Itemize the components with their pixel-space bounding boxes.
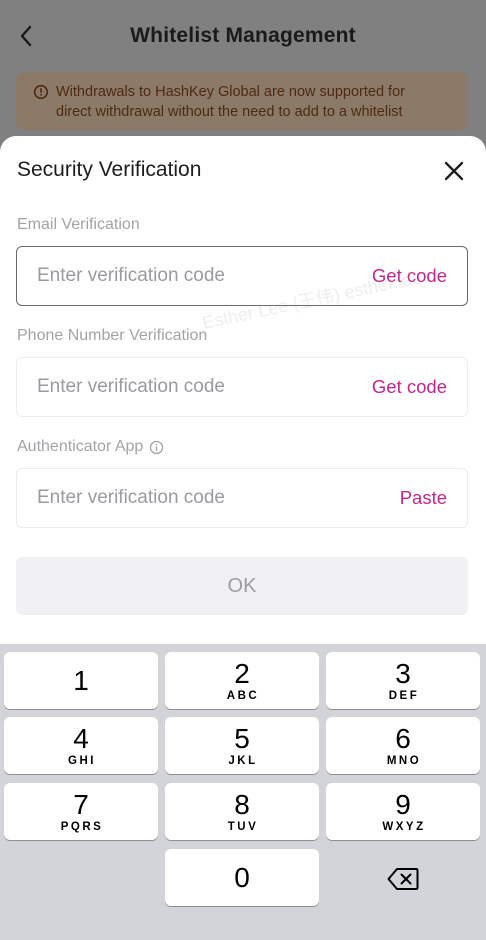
ok-button[interactable]: OK xyxy=(16,557,468,615)
authenticator-app-label: Authenticator App xyxy=(17,438,164,456)
key-4-number: 4 xyxy=(73,722,89,754)
back-button[interactable] xyxy=(14,22,38,50)
key-1[interactable]: 1 xyxy=(4,652,158,709)
key-0[interactable]: 0 xyxy=(165,849,319,906)
email-verification-label: Email Verification xyxy=(17,216,140,234)
chevron-left-icon xyxy=(20,25,32,47)
key-6-letters: MNO xyxy=(386,754,422,767)
info-circle-icon xyxy=(33,84,49,100)
phone-verification-label-text: Phone Number Verification xyxy=(17,327,208,344)
email-code-field: Get code xyxy=(16,246,468,306)
key-2[interactable]: 2 ABC xyxy=(165,652,319,709)
key-2-number: 2 xyxy=(234,657,250,689)
sheet-title: Security Verification xyxy=(17,158,202,181)
page-header: Whitelist Management xyxy=(0,0,486,72)
key-8-letters: TUV xyxy=(227,820,259,833)
key-9-number: 9 xyxy=(395,788,411,820)
key-5-number: 5 xyxy=(234,722,250,754)
key-1-number: 1 xyxy=(73,664,89,696)
key-4-letters: GHI xyxy=(68,754,96,767)
backspace-icon xyxy=(387,867,419,890)
phone-code-field: Get code xyxy=(16,357,468,417)
key-7-letters: PQRS xyxy=(60,820,104,833)
key-8-number: 8 xyxy=(234,788,250,820)
paste-button[interactable]: Paste xyxy=(400,487,467,509)
phone-code-input[interactable] xyxy=(17,358,372,416)
key-7[interactable]: 7 PQRS xyxy=(4,783,158,840)
numeric-keypad: 1 2 ABC 3 DEF 4 GHI 5 JKL 6 MNO 7 PQRS 8… xyxy=(0,644,486,940)
info-circle-icon[interactable] xyxy=(149,440,164,455)
key-7-number: 7 xyxy=(73,788,89,820)
security-verification-sheet: Security Verification Email Verification… xyxy=(0,136,486,656)
key-2-letters: ABC xyxy=(226,689,260,702)
key-6-number: 6 xyxy=(395,722,411,754)
key-0-number: 0 xyxy=(234,861,250,893)
key-3-letters: DEF xyxy=(388,689,420,702)
key-5-letters: JKL xyxy=(228,754,258,767)
whitelist-notice: Withdrawals to HashKey Global are now su… xyxy=(16,72,468,130)
authenticator-app-label-text: Authenticator App xyxy=(17,438,144,455)
notice-line-2: direct withdrawal without the need to ad… xyxy=(56,104,403,120)
authenticator-code-input[interactable] xyxy=(17,469,400,527)
phone-get-code-button[interactable]: Get code xyxy=(372,376,467,398)
key-8[interactable]: 8 TUV xyxy=(165,783,319,840)
close-button[interactable] xyxy=(440,157,468,185)
notice-line-1: Withdrawals to HashKey Global are now su… xyxy=(56,84,405,100)
key-5[interactable]: 5 JKL xyxy=(165,717,319,774)
key-9[interactable]: 9 WXYZ xyxy=(326,783,480,840)
email-verification-label-text: Email Verification xyxy=(17,216,140,233)
key-9-letters: WXYZ xyxy=(382,820,426,833)
authenticator-code-field: Paste xyxy=(16,468,468,528)
key-6[interactable]: 6 MNO xyxy=(326,717,480,774)
page-title: Whitelist Management xyxy=(130,24,356,47)
email-get-code-button[interactable]: Get code xyxy=(372,265,467,287)
key-3-number: 3 xyxy=(395,657,411,689)
phone-verification-label: Phone Number Verification xyxy=(17,327,207,345)
email-code-input[interactable] xyxy=(17,247,372,305)
delete-key[interactable] xyxy=(326,850,480,907)
key-4[interactable]: 4 GHI xyxy=(4,717,158,774)
close-icon xyxy=(444,161,464,181)
key-3[interactable]: 3 DEF xyxy=(326,652,480,709)
